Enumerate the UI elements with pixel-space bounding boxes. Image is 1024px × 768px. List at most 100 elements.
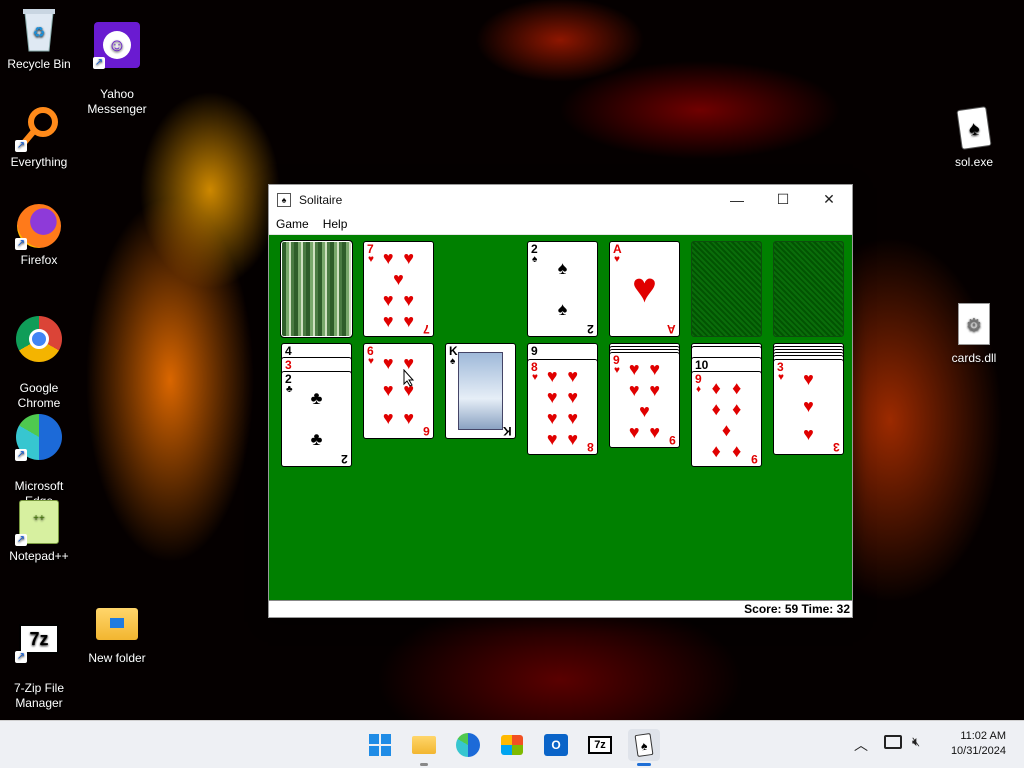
desktop-icon-label: Firefox: [20, 253, 58, 267]
desktop-icon-yahoo-messenger[interactable]: ☺ ↗ Yahoo Messenger: [78, 6, 156, 132]
card-rank-bottom: 3: [833, 440, 840, 454]
solitaire-icon: ♠: [634, 732, 654, 758]
desktop-icon-label: Notepad++: [9, 549, 69, 563]
solitaire-exe-icon: ♠: [950, 104, 998, 152]
spade-icon: ♠: [450, 356, 456, 367]
taskbar: O 7z ♠ ︿ 🔇︎ 11:02 AM 10/31/2024: [0, 720, 1024, 768]
heart-icon: ♥: [368, 254, 374, 265]
card-pips: ♠ ♠: [557, 258, 568, 319]
card-rank: 4: [285, 344, 292, 358]
foundation-4[interactable]: [773, 241, 844, 337]
tableau-1-card-3[interactable]: 2 ♣ ♣ ♣ 2: [281, 371, 352, 467]
menu-game[interactable]: Game: [276, 217, 309, 231]
desktop-icon-everything[interactable]: ↗ Everything: [0, 104, 78, 170]
system-clock[interactable]: 11:02 AM 10/31/2024: [951, 729, 1006, 759]
active-indicator: [637, 763, 651, 766]
card-pips: ♦♦♦♦♦♦♦♦♦: [711, 378, 742, 466]
start-button[interactable]: [364, 729, 396, 761]
heart-icon: ♥: [368, 356, 374, 367]
desktop-icon-cards-dll[interactable]: ⚙ cards.dll: [935, 300, 1013, 366]
card-pips: ♥ ♥ ♥ ♥ ♥ ♥ ♥: [382, 248, 415, 331]
card-rank-bottom: 9: [751, 452, 758, 466]
card-rank-bottom: 9: [669, 433, 676, 447]
desktop-icon-label: Everything: [10, 155, 68, 169]
desktop-icon-sol-exe[interactable]: ♠ sol.exe: [935, 104, 1013, 170]
club-icon: ♣: [286, 384, 293, 395]
tableau-3-card-1[interactable]: K ♠ K: [445, 343, 516, 439]
card-pips: ♥ ♥ ♥ ♥ ♥ ♥ ♥ ♥: [546, 366, 579, 449]
card-rank-bottom: A: [667, 322, 676, 336]
network-icon[interactable]: [884, 735, 902, 749]
heart-icon: ♥: [532, 372, 538, 383]
menu-help[interactable]: Help: [323, 217, 348, 231]
desktop-icon-recycle-bin[interactable]: ♻ Recycle Bin: [0, 6, 78, 72]
everything-search-icon: ↗: [15, 104, 63, 152]
card-rank: 3: [285, 358, 292, 372]
yahoo-messenger-icon: ☺ ↗: [93, 21, 141, 69]
outlook-icon: O: [544, 734, 568, 756]
desktop-icon-new-folder[interactable]: New folder: [78, 600, 156, 666]
taskbar-store[interactable]: [496, 729, 528, 761]
seven-zip-icon: 7z ↗: [15, 615, 63, 663]
card-rank-bottom: 8: [587, 440, 594, 454]
diamond-icon: ♦: [696, 384, 702, 395]
taskbar-outlook[interactable]: O: [540, 729, 572, 761]
start-icon: [369, 734, 391, 756]
desktop-icon-label: Yahoo Messenger: [87, 87, 147, 116]
game-felt[interactable]: 7 ♥ ♥ ♥ ♥ ♥ ♥ ♥ ♥ 7 2 ♠ ♠ ♠ 2 A ♥ ♥ A 4 3 2 ♣: [269, 235, 852, 601]
taskbar-7zip[interactable]: 7z: [584, 729, 616, 761]
king-portrait-icon: [458, 352, 503, 430]
chevron-up-icon[interactable]: ︿: [854, 735, 868, 755]
edge-icon: [456, 733, 480, 757]
running-indicator: [420, 763, 428, 766]
mouse-cursor-icon: [403, 369, 415, 387]
card-rank-bottom: 6: [423, 424, 430, 438]
taskbar-edge[interactable]: [452, 729, 484, 761]
maximize-button[interactable]: ☐: [760, 185, 806, 214]
store-icon: [501, 735, 523, 755]
clock-time: 11:02 AM: [960, 730, 1006, 742]
status-bar: Score: 59 Time: 32: [269, 600, 852, 617]
chrome-icon: [15, 315, 63, 363]
desktop-icon-7zip[interactable]: 7z ↗ 7-Zip File Manager: [0, 600, 78, 726]
edge-icon: ↗: [15, 413, 63, 461]
desktop-icon-notepad-plus-plus[interactable]: ++ ↗ Notepad++: [0, 498, 78, 564]
window-titlebar[interactable]: ♠ Solitaire — ☐ ✕: [269, 185, 852, 214]
dll-file-icon: ⚙: [950, 300, 998, 348]
desktop-icon-label: New folder: [88, 651, 146, 665]
card-pips: ♥ ♥ ♥ ♥ ♥ ♥: [382, 353, 415, 428]
desktop-icon-label: 7-Zip File Manager: [13, 681, 64, 710]
stock-pile[interactable]: [280, 240, 353, 338]
solitaire-app-icon: ♠: [277, 192, 291, 207]
card-rank-bottom: 2: [341, 452, 348, 466]
card-pips: ♣ ♣: [310, 388, 323, 449]
card-rank-bottom: 7: [423, 322, 430, 336]
taskbar-file-explorer[interactable]: [408, 729, 440, 766]
close-button[interactable]: ✕: [806, 185, 852, 214]
card-rank: 9: [531, 344, 538, 358]
desktop-icon-label: Recycle Bin: [7, 57, 71, 71]
folder-icon: [93, 600, 141, 648]
solitaire-window: ♠ Solitaire — ☐ ✕ Game Help 7 ♥ ♥ ♥ ♥ ♥ ♥ ♥ ♥ …: [268, 184, 853, 618]
desktop-icon-firefox[interactable]: ↗ Firefox: [0, 202, 78, 268]
tableau-5-card-1[interactable]: 9 ♥ ♥♥♥♥♥♥♥♥♥ 9: [609, 352, 680, 448]
waste-card[interactable]: 7 ♥ ♥ ♥ ♥ ♥ ♥ ♥ ♥ 7: [363, 241, 434, 337]
foundation-2[interactable]: A ♥ ♥ A: [609, 241, 680, 337]
menu-bar: Game Help: [269, 214, 852, 235]
firefox-icon: ↗: [15, 202, 63, 250]
tableau-4-card-2[interactable]: 8 ♥ ♥ ♥ ♥ ♥ ♥ ♥ ♥ ♥ 8: [527, 359, 598, 455]
foundation-1[interactable]: 2 ♠ ♠ ♠ 2: [527, 241, 598, 337]
window-title: Solitaire: [299, 192, 343, 207]
minimize-button[interactable]: —: [714, 185, 760, 214]
heart-icon: ♥: [632, 264, 657, 311]
file-explorer-icon: [412, 736, 436, 754]
volume-muted-icon[interactable]: 🔇︎: [912, 734, 920, 750]
heart-icon: ♥: [778, 372, 784, 383]
card-pips: ♥ ♥ ♥: [803, 369, 814, 444]
foundation-3[interactable]: [691, 241, 762, 337]
taskbar-solitaire[interactable]: ♠: [628, 729, 660, 766]
tableau-7-card-1[interactable]: 3 ♥ ♥ ♥ ♥ 3: [773, 359, 844, 455]
tableau-2-card-1[interactable]: 6 ♥ ♥ ♥ ♥ ♥ ♥ ♥ 6: [363, 343, 434, 439]
spade-icon: ♠: [532, 254, 538, 265]
tableau-6-card-2[interactable]: 9 ♦ ♦♦♦♦♦♦♦♦♦ 9: [691, 371, 762, 467]
